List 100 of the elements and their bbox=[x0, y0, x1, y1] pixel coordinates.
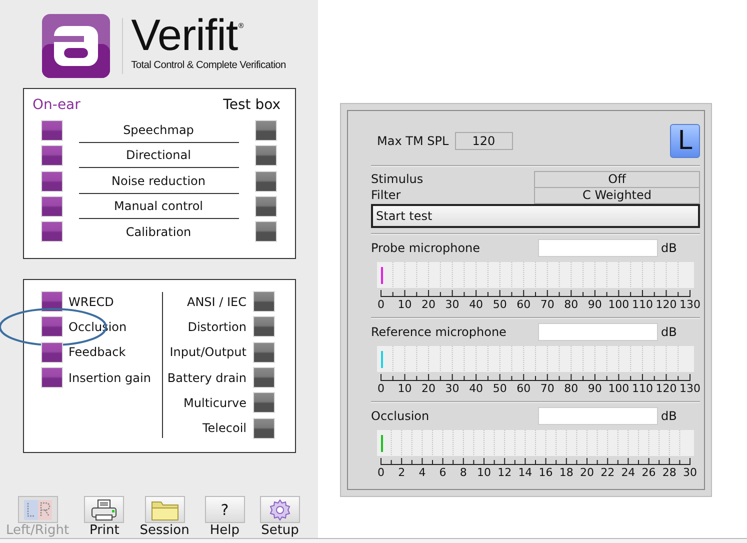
on-ear-button[interactable] bbox=[40, 221, 62, 242]
test-label: Multicurve bbox=[184, 396, 246, 410]
unit-label: dB bbox=[661, 409, 677, 423]
field-label: Max TM SPL bbox=[377, 134, 449, 148]
test-label: Directional bbox=[78, 143, 238, 168]
tick-label: 110 bbox=[632, 298, 653, 311]
tick-label: 110 bbox=[632, 382, 653, 395]
unit-label: dB bbox=[661, 325, 677, 339]
tick-label: 20 bbox=[422, 382, 436, 395]
tick-label: 0 bbox=[378, 382, 384, 395]
test-box-button[interactable] bbox=[252, 342, 274, 363]
toolbar-label: Help bbox=[210, 523, 240, 538]
tick-label: 70 bbox=[540, 382, 554, 395]
tick-label: 4 bbox=[418, 466, 426, 479]
on-ear-button[interactable] bbox=[40, 196, 62, 218]
tick-label: 70 bbox=[540, 298, 554, 311]
tick-label: 130 bbox=[680, 298, 700, 311]
side-button[interactable]: L bbox=[670, 124, 700, 158]
tick-label: 80 bbox=[564, 382, 578, 395]
toolbar-label: Left/Right bbox=[6, 523, 70, 538]
on-ear-button[interactable] bbox=[40, 291, 62, 312]
tick-label: 90 bbox=[588, 298, 602, 311]
tick-label: 30 bbox=[445, 298, 460, 311]
test-label: ANSI / IEC bbox=[186, 294, 246, 309]
tick-label: 18 bbox=[559, 466, 574, 479]
test-box-button[interactable] bbox=[252, 367, 274, 388]
printer-icon bbox=[90, 498, 118, 520]
test-box-button[interactable] bbox=[254, 120, 276, 142]
meter-label: Probe microphone bbox=[371, 241, 482, 255]
test-box-button[interactable] bbox=[254, 221, 276, 242]
tick-label: 12 bbox=[498, 466, 512, 479]
test-label: Distortion bbox=[188, 320, 246, 334]
tick-label: 130 bbox=[680, 382, 700, 395]
tick-label: 120 bbox=[656, 382, 677, 395]
column-heading: On-ear bbox=[32, 97, 80, 113]
toolbar-button[interactable] bbox=[84, 496, 124, 523]
tick-label: 28 bbox=[662, 466, 676, 479]
test-label: Noise reduction bbox=[78, 168, 238, 194]
test-box-button[interactable] bbox=[254, 170, 276, 192]
test-box-button[interactable] bbox=[254, 145, 276, 166]
tick-label: 26 bbox=[642, 466, 656, 479]
tick-label: 16 bbox=[538, 466, 553, 479]
setting-label: Filter bbox=[371, 188, 402, 202]
tick-label: 100 bbox=[608, 298, 630, 311]
tick-label: 0 bbox=[378, 298, 384, 311]
toolbar-label: Session bbox=[140, 523, 190, 538]
test-box-button[interactable] bbox=[254, 196, 276, 218]
toolbar-button[interactable] bbox=[260, 496, 300, 523]
on-ear-button[interactable] bbox=[40, 316, 62, 338]
test-box-button[interactable] bbox=[252, 291, 274, 312]
tick-label: 50 bbox=[492, 298, 507, 311]
tick-label: 80 bbox=[564, 298, 578, 311]
on-ear-button[interactable] bbox=[40, 367, 62, 388]
test-box-button[interactable] bbox=[252, 418, 274, 439]
toolbar-label: Print bbox=[89, 523, 120, 538]
setting-label: Stimulus bbox=[371, 172, 424, 186]
setting-value[interactable]: C Weighted bbox=[534, 186, 700, 204]
test-label: Input/Output bbox=[170, 345, 246, 360]
logo-icon bbox=[42, 14, 110, 78]
test-label: Feedback bbox=[68, 345, 126, 360]
tick-label: 20 bbox=[422, 298, 436, 311]
tick-label: 40 bbox=[469, 298, 484, 311]
test-label: Battery drain bbox=[167, 370, 246, 385]
help-icon: ? bbox=[220, 500, 229, 518]
toolbar-button[interactable]: ? bbox=[204, 496, 245, 523]
setting-value[interactable]: Off bbox=[534, 170, 700, 188]
tick-label: 90 bbox=[588, 382, 602, 395]
folder-icon bbox=[150, 498, 179, 520]
on-ear-button[interactable] bbox=[40, 120, 62, 142]
tick-label: 14 bbox=[518, 466, 532, 479]
tick-label: 8 bbox=[460, 466, 467, 479]
test-box-button[interactable] bbox=[252, 316, 274, 338]
test-box-button[interactable] bbox=[252, 392, 274, 414]
on-ear-button[interactable] bbox=[40, 145, 62, 166]
tick-label: 30 bbox=[683, 466, 697, 479]
gear-icon bbox=[269, 498, 291, 520]
tick-label: 0 bbox=[378, 466, 384, 479]
tick-label: 10 bbox=[398, 382, 412, 395]
tick-label: 6 bbox=[439, 466, 446, 479]
test-label: WRECD bbox=[68, 294, 114, 309]
toolbar-label: Setup bbox=[261, 523, 299, 538]
meter-label: Occlusion bbox=[371, 409, 430, 423]
on-ear-button[interactable] bbox=[40, 170, 62, 192]
tick-label: 120 bbox=[656, 298, 677, 311]
tick-label: 40 bbox=[469, 382, 484, 395]
left-right-icon bbox=[24, 500, 52, 520]
test-label: Telecoil bbox=[202, 421, 246, 436]
tick-label: 50 bbox=[492, 382, 507, 395]
test-label: Calibration bbox=[124, 224, 192, 241]
tick-label: 22 bbox=[600, 466, 615, 479]
tick-label: 60 bbox=[516, 298, 531, 311]
tick-label: 10 bbox=[477, 466, 491, 479]
tick-label: 100 bbox=[608, 382, 630, 395]
on-ear-button[interactable] bbox=[40, 342, 62, 363]
tick-label: 24 bbox=[621, 466, 636, 479]
start-test-button[interactable]: Start test bbox=[371, 204, 700, 228]
tick-label: 2 bbox=[398, 466, 406, 479]
tick-label: 60 bbox=[516, 382, 531, 395]
column-heading: Test box bbox=[223, 97, 280, 113]
tick-label: 30 bbox=[445, 382, 460, 395]
